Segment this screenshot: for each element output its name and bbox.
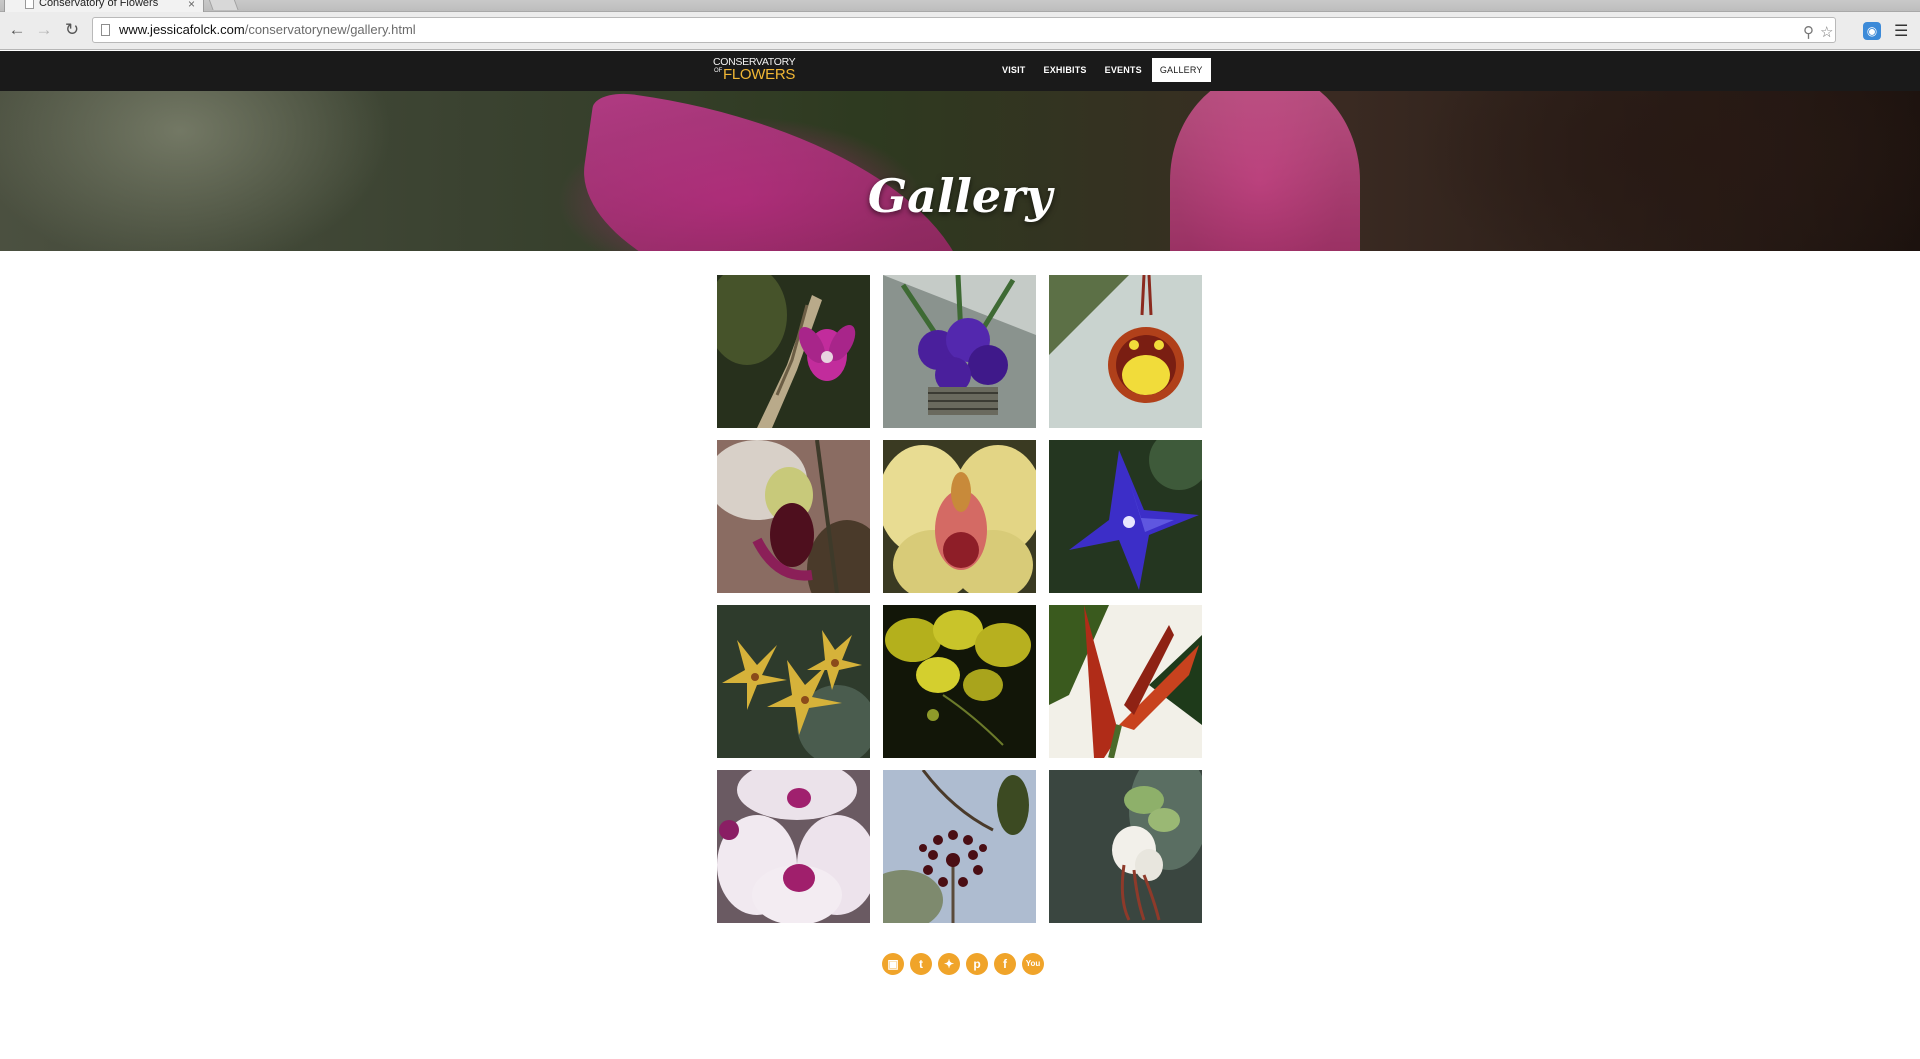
page-icon <box>25 0 34 9</box>
orchid-photo <box>883 605 1036 758</box>
facebook-icon[interactable]: f <box>994 953 1016 975</box>
menu-icon[interactable]: ☰ <box>1894 21 1908 41</box>
reload-icon[interactable]: ↻ <box>63 21 81 39</box>
orchid-photo <box>1049 605 1202 758</box>
gallery-thumb-8[interactable] <box>883 605 1036 758</box>
site-logo[interactable]: CONSERVATORY OF FLOWERS <box>713 56 803 84</box>
page-title: Gallery <box>867 169 1053 223</box>
forward-arrow-icon[interactable]: → <box>35 21 53 39</box>
orchid-photo <box>717 605 870 758</box>
nav-exhibits[interactable]: EXHIBITS <box>1036 58 1095 82</box>
main-menu: VISIT EXHIBITS EVENTS GALLERY <box>994 58 1211 82</box>
gallery-thumb-12[interactable] <box>1049 770 1202 923</box>
browser-tab[interactable]: Conservatory of Flowers × <box>4 0 204 12</box>
gallery-thumb-2[interactable] <box>883 275 1036 428</box>
instagram-icon[interactable]: ▣ <box>882 953 904 975</box>
browser-toolbar: ← → ↻ www.jessicafolck.com/conservatoryn… <box>0 12 1920 50</box>
url-path: /conservatorynew/gallery.html <box>244 22 416 37</box>
orchid-photo <box>717 440 870 593</box>
logo-text-of: OF <box>714 68 723 74</box>
tab-title: Conservatory of Flowers <box>39 0 159 9</box>
gallery-thumb-4[interactable] <box>717 440 870 593</box>
twitter-icon[interactable]: ✦ <box>938 953 960 975</box>
orchid-photo <box>1049 770 1202 923</box>
address-bar[interactable]: www.jessicafolck.com/conservatorynew/gal… <box>92 17 1836 43</box>
gallery-thumb-5[interactable] <box>883 440 1036 593</box>
orchid-photo <box>1049 440 1202 593</box>
close-tab-icon[interactable]: × <box>188 0 195 11</box>
hero-banner: Gallery <box>0 91 1920 251</box>
page-icon <box>101 24 110 36</box>
nav-events[interactable]: EVENTS <box>1097 58 1150 82</box>
gallery-thumb-11[interactable] <box>883 770 1036 923</box>
orchid-photo <box>883 275 1036 428</box>
gallery-thumb-6[interactable] <box>1049 440 1202 593</box>
extension-icon[interactable]: ◉ <box>1863 22 1881 40</box>
new-tab-button[interactable] <box>207 0 239 10</box>
pinterest-icon[interactable]: p <box>966 953 988 975</box>
nav-visit[interactable]: VISIT <box>994 58 1034 82</box>
orchid-photo <box>1049 275 1202 428</box>
star-icon[interactable]: ☆ <box>1820 21 1833 45</box>
gallery-grid <box>717 275 1203 923</box>
url-host: www.jessicafolck.com <box>119 22 245 37</box>
gallery-thumb-7[interactable] <box>717 605 870 758</box>
gallery-thumb-1[interactable] <box>717 275 870 428</box>
gallery-thumb-10[interactable] <box>717 770 870 923</box>
gallery-thumb-9[interactable] <box>1049 605 1202 758</box>
tumblr-icon[interactable]: t <box>910 953 932 975</box>
search-icon[interactable]: ⚲ <box>1803 21 1814 45</box>
orchid-photo <box>717 770 870 923</box>
site-nav: CONSERVATORY OF FLOWERS VISIT EXHIBITS E… <box>0 51 1920 91</box>
gallery-thumb-3[interactable] <box>1049 275 1202 428</box>
social-links: ▣ t ✦ p f You <box>882 953 1044 975</box>
orchid-photo <box>717 275 870 428</box>
browser-tabstrip: Conservatory of Flowers × <box>0 0 1920 12</box>
logo-text-bottom: FLOWERS <box>723 66 796 83</box>
youtube-icon[interactable]: You <box>1022 953 1044 975</box>
nav-gallery[interactable]: GALLERY <box>1151 58 1211 82</box>
back-arrow-icon[interactable]: ← <box>8 21 26 39</box>
orchid-photo <box>883 440 1036 593</box>
orchid-photo <box>883 770 1036 923</box>
